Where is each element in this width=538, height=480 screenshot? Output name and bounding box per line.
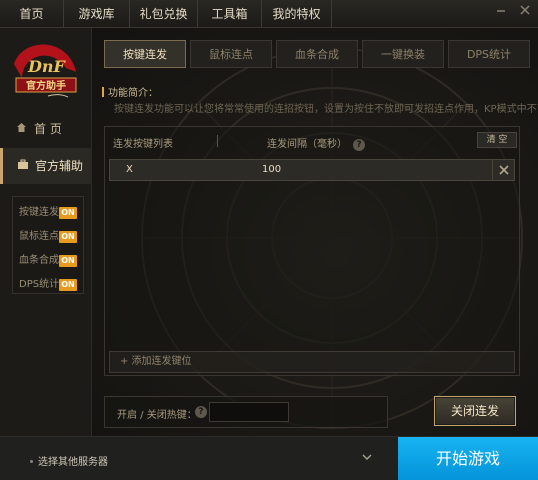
status-badge[interactable]: ON <box>59 231 77 243</box>
nav-toolbox[interactable]: 工具箱 <box>198 0 262 28</box>
clear-button[interactable]: 清 空 <box>477 132 517 148</box>
sub-label: DPS统计 <box>19 279 60 290</box>
sidebar-sub-mouse-click[interactable]: 鼠标连点 ON <box>13 225 83 249</box>
tab-quick-equip[interactable]: 一键换装 <box>362 40 444 68</box>
toolbox-icon <box>17 148 29 184</box>
key-repeat-list: 连发按键列表 连发间隔（毫秒）? 清 空 X 100 + 添加连发键位 <box>104 126 520 376</box>
tab-hp-bar[interactable]: 血条合成 <box>276 40 358 68</box>
start-game-button[interactable]: 开始游戏 <box>398 437 538 480</box>
minimize-icon[interactable] <box>494 3 508 17</box>
hotkey-setting: 开启 / 关闭热键： ? <box>104 396 388 428</box>
table-row[interactable]: X 100 <box>109 159 515 181</box>
sidebar-item-home[interactable]: 首 页 <box>0 116 92 142</box>
bottom-bar: 选择其他服务器 开始游戏 <box>0 436 538 480</box>
server-label: 选择其他服务器 <box>38 457 108 468</box>
row-key: X <box>126 164 133 175</box>
chevron-down-icon[interactable] <box>362 451 372 464</box>
bullet-icon <box>30 460 33 463</box>
nav-home[interactable]: 首页 <box>0 0 64 28</box>
delete-icon[interactable] <box>492 160 514 180</box>
column-key-list: 连发按键列表 <box>113 139 173 150</box>
add-key-button[interactable]: + 添加连发键位 <box>109 351 515 373</box>
window-controls <box>494 3 532 17</box>
status-badge[interactable]: ON <box>59 279 77 291</box>
column-divider <box>217 135 218 147</box>
help-icon[interactable]: ? <box>353 139 365 151</box>
function-description: 按键连发功能可以让您将常常使用的连招按钮，设置为按住不放即可发招连点作用，KP模… <box>114 104 538 115</box>
server-selector[interactable]: 选择其他服务器 <box>30 453 108 468</box>
status-badge[interactable]: ON <box>59 207 77 219</box>
nav-game-library[interactable]: 游戏库 <box>64 0 130 28</box>
hotkey-label: 开启 / 关闭热键： <box>117 410 197 421</box>
sidebar-sub-hp-bar[interactable]: 血条合成 ON <box>13 249 83 273</box>
sidebar-item-official-assist[interactable]: 官方辅助 <box>0 148 92 184</box>
nav-privileges[interactable]: 我的特权 <box>262 0 332 28</box>
sidebar-sub-key-repeat[interactable]: 按键连发 ON <box>13 201 83 225</box>
main-panel: 按键连发 鼠标连点 血条合成 一键换装 DPS统计 功能简介： 按键连发功能可以… <box>92 28 538 436</box>
top-bar: 首页 游戏库 礼包兑换 工具箱 我的特权 <box>0 0 538 28</box>
sidebar-home-label: 首 页 <box>34 122 62 136</box>
column-interval: 连发间隔（毫秒）? <box>267 135 365 151</box>
close-repeat-button[interactable]: 关闭连发 <box>434 396 516 426</box>
accent-bar <box>102 87 104 97</box>
hotkey-help-icon[interactable]: ? <box>195 406 207 418</box>
top-nav: 首页 游戏库 礼包兑换 工具箱 我的特权 <box>0 0 332 28</box>
sub-label: 按键连发 <box>19 207 59 218</box>
sidebar-sub-dps[interactable]: DPS统计 ON <box>13 273 83 297</box>
list-header: 连发按键列表 连发间隔（毫秒）? 清 空 <box>105 127 519 155</box>
tab-mouse-click[interactable]: 鼠标连点 <box>190 40 272 68</box>
row-interval[interactable]: 100 <box>262 164 281 175</box>
svg-text:DnF: DnF <box>27 57 67 76</box>
column-interval-label: 连发间隔（毫秒） <box>267 139 347 150</box>
hotkey-input[interactable] <box>209 402 289 422</box>
function-title: 功能简介： <box>102 84 158 99</box>
sidebar-assist-label: 官方辅助 <box>35 159 84 173</box>
logo-text: 官方助手 <box>26 79 66 92</box>
close-icon[interactable] <box>518 3 532 17</box>
sub-label: 血条合成 <box>19 255 59 266</box>
nav-gift-redeem[interactable]: 礼包兑换 <box>130 0 198 28</box>
feature-tabs: 按键连发 鼠标连点 血条合成 一键换装 DPS统计 <box>104 40 530 68</box>
home-icon <box>16 116 28 142</box>
sidebar: DnF 官方助手 首 页 官方辅助 按键连发 ON 鼠标连点 ON 血条合成 O… <box>0 28 92 436</box>
function-title-text: 功能简介： <box>108 88 158 99</box>
assist-feature-list: 按键连发 ON 鼠标连点 ON 血条合成 ON DPS统计 ON <box>12 196 84 294</box>
status-badge[interactable]: ON <box>59 255 77 267</box>
tab-key-repeat[interactable]: 按键连发 <box>104 40 186 68</box>
dnf-assistant-logo: DnF 官方助手 <box>6 34 86 106</box>
sub-label: 鼠标连点 <box>19 231 59 242</box>
tab-dps[interactable]: DPS统计 <box>448 40 530 68</box>
